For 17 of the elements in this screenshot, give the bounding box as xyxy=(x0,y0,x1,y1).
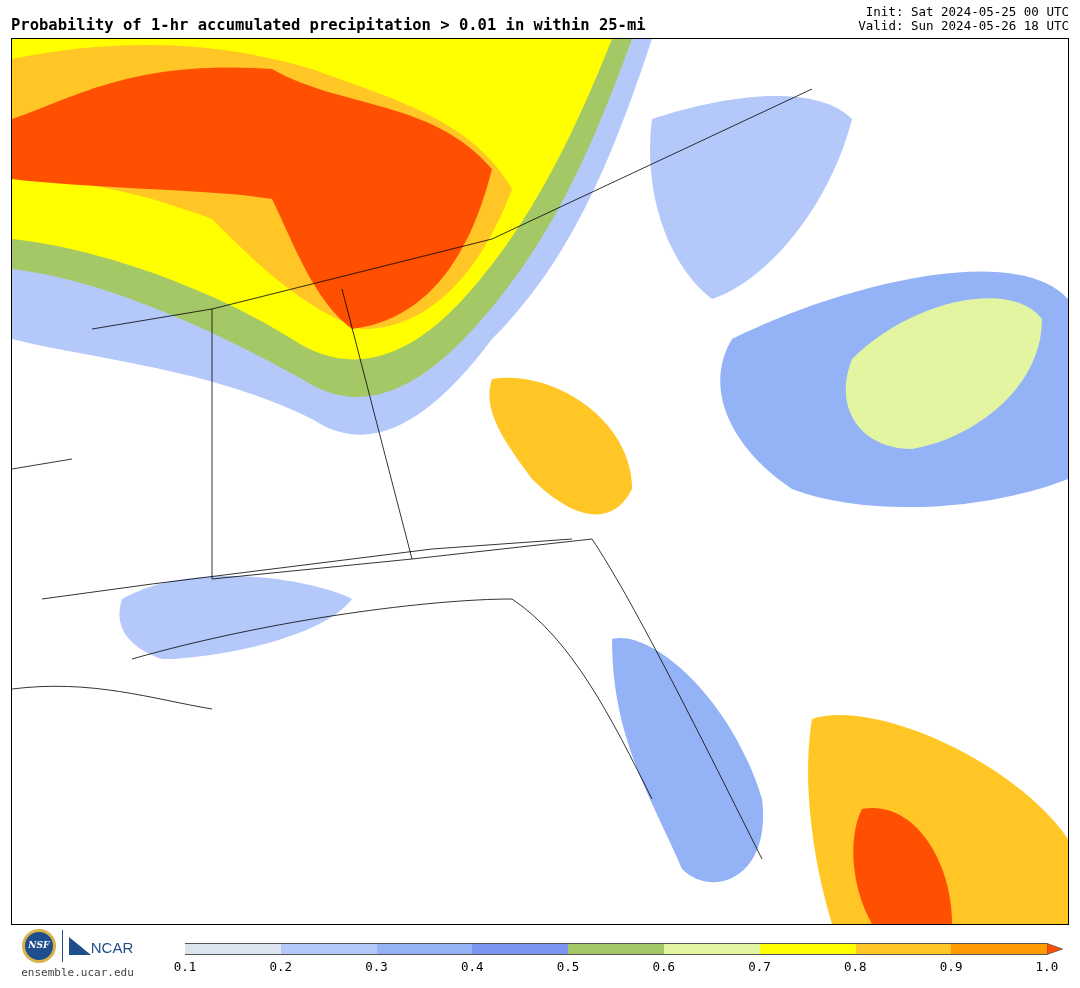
map-title: Probability of 1-hr accumulated precipitation > 0.01 in within 25-mi xyxy=(11,17,646,33)
ncar-logo-icon xyxy=(68,937,91,955)
tick-label: 0.2 xyxy=(268,958,293,976)
tick-label: 0.9 xyxy=(939,958,964,976)
tick-label: 0.6 xyxy=(651,958,676,976)
website-link[interactable]: ensemble.ucar.edu xyxy=(21,965,134,982)
ncar-logo-text: NCAR xyxy=(90,940,134,955)
tick-label: 1.0 xyxy=(1034,958,1059,976)
tick-label: 0.5 xyxy=(556,958,581,976)
init-time: Init: Sat 2024-05-25 00 UTC xyxy=(865,5,1069,19)
tick-label: 0.8 xyxy=(843,958,868,976)
nsf-logo: NSF xyxy=(21,929,56,963)
valid-time: Valid: Sun 2024-05-26 18 UTC xyxy=(858,19,1069,33)
tick-label: 0.4 xyxy=(460,958,485,976)
tick-label: 0.3 xyxy=(364,958,389,976)
tick-label: 0.1 xyxy=(173,958,197,976)
tick-label: 0.7 xyxy=(747,958,772,976)
